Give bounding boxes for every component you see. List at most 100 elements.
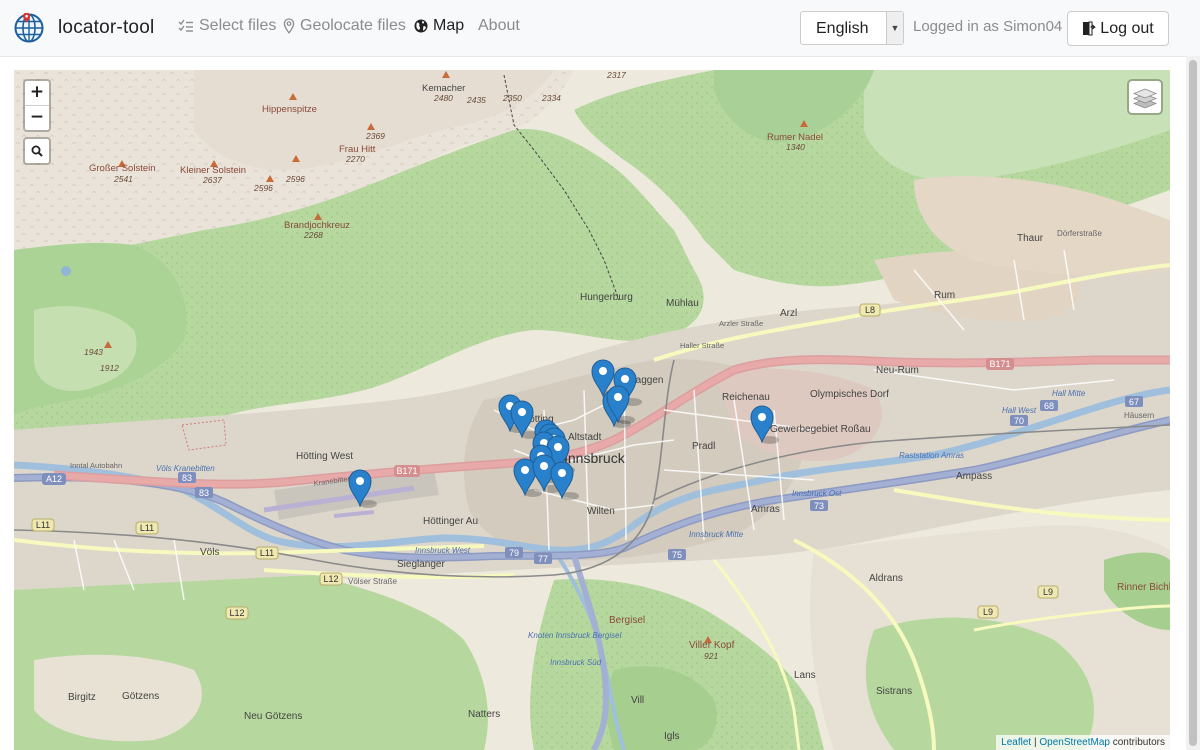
label-elev-2350: 2350 bbox=[502, 93, 522, 103]
globe-icon bbox=[414, 19, 428, 33]
label-knoten-bergisel: Knoten Innsbruck Bergisel bbox=[528, 631, 622, 640]
nav-geolocate-files[interactable]: Geolocate files bbox=[283, 17, 406, 35]
road-shield-l12-a: L12 bbox=[323, 574, 338, 584]
map-pin-icon bbox=[283, 18, 295, 34]
label-muehlau: Mühlau bbox=[666, 298, 699, 309]
map-container[interactable]: A12 B171 B171 L11 L11 L11 L12 L12 L8 L9 … bbox=[14, 70, 1170, 750]
globe-logo-icon bbox=[14, 13, 44, 43]
label-pradl: Pradl bbox=[692, 441, 715, 452]
label-innsbruck: Innsbruck bbox=[564, 450, 626, 466]
label-raststation-amras: Raststation Amras bbox=[899, 451, 964, 460]
label-neu-rum: Neu-Rum bbox=[876, 365, 919, 376]
label-haller-strasse: Haller Straße bbox=[680, 341, 724, 350]
label-elev-1340: 1340 bbox=[786, 142, 805, 152]
map-attribution: Leaflet | OpenStreetMap contributors bbox=[996, 735, 1170, 750]
label-thaur: Thaur bbox=[1017, 233, 1044, 244]
junction-75: 75 bbox=[672, 550, 682, 560]
label-olympisches-dorf: Olympisches Dorf bbox=[810, 389, 889, 400]
label-elev-2596-b: 2596 bbox=[285, 174, 305, 184]
road-shield-a12: A12 bbox=[46, 474, 62, 484]
label-lans: Lans bbox=[794, 670, 816, 681]
label-elev-2435: 2435 bbox=[466, 95, 486, 105]
chevron-down-icon: ▼ bbox=[886, 12, 903, 44]
junction-83-b: 83 bbox=[199, 488, 209, 498]
label-vill: Vill bbox=[631, 695, 644, 706]
junction-70: 70 bbox=[1014, 416, 1024, 426]
label-hoettinger-au: Höttinger Au bbox=[423, 516, 478, 527]
logged-in-status: Logged in as Simon04 bbox=[913, 18, 1063, 35]
zoom-out-button[interactable]: − bbox=[25, 105, 49, 130]
label-gewerbegebiet-rossau: Gewerbegebiet Roßau bbox=[770, 424, 871, 435]
zoom-control: + − bbox=[23, 79, 51, 132]
label-doerferstrasse: Dörferstraße bbox=[1057, 229, 1102, 238]
layers-control-button[interactable] bbox=[1127, 79, 1163, 115]
label-elev-2369: 2369 bbox=[365, 131, 385, 141]
scrollbar-thumb[interactable] bbox=[1189, 60, 1197, 746]
openstreetmap-link[interactable]: OpenStreetMap bbox=[1039, 737, 1110, 748]
junction-83-a: 83 bbox=[182, 473, 192, 483]
nav-geolocate-files-label: Geolocate files bbox=[300, 17, 406, 34]
road-shield-l9-b: L9 bbox=[983, 607, 993, 617]
label-innsbruck-mitte: Innsbruck Mitte bbox=[689, 530, 744, 539]
nav-about[interactable]: About bbox=[478, 17, 520, 35]
label-rum: Rum bbox=[934, 290, 955, 301]
label-voels-kranebitten: Völs Kranebitten bbox=[156, 464, 215, 473]
zoom-in-button[interactable]: + bbox=[25, 81, 49, 105]
road-shield-l9-a: L9 bbox=[1043, 587, 1053, 597]
label-sistrans: Sistrans bbox=[876, 686, 912, 697]
label-elev-1943: 1943 bbox=[84, 347, 103, 357]
label-arzler-strasse: Arzler Straße bbox=[719, 319, 763, 328]
label-elev-2596-a: 2596 bbox=[253, 183, 273, 193]
label-elev-921: 921 bbox=[704, 651, 718, 661]
label-hungerburg: Hungerburg bbox=[580, 292, 633, 303]
search-icon bbox=[31, 145, 43, 157]
logout-button[interactable]: Log out bbox=[1067, 11, 1169, 46]
language-select[interactable]: English ▼ bbox=[800, 11, 904, 45]
junction-67: 67 bbox=[1129, 397, 1139, 407]
label-elev-2270: 2270 bbox=[345, 154, 365, 164]
label-neu-goetzens: Neu Götzens bbox=[244, 711, 302, 722]
label-elev-2268: 2268 bbox=[303, 230, 323, 240]
label-viller-kopf: Viller Kopf bbox=[689, 640, 735, 651]
navbar: locator-tool Select files Geolocate file… bbox=[0, 0, 1200, 57]
label-igls: Igls bbox=[664, 731, 680, 742]
nav-about-label: About bbox=[478, 17, 520, 34]
junction-73: 73 bbox=[814, 501, 824, 511]
map-tiles[interactable]: A12 B171 B171 L11 L11 L11 L12 L12 L8 L9 … bbox=[14, 70, 1170, 750]
label-voelser-strasse: Völser Straße bbox=[348, 577, 397, 586]
label-reichenau: Reichenau bbox=[722, 392, 770, 403]
brand[interactable]: locator-tool bbox=[14, 13, 154, 43]
junction-79: 79 bbox=[509, 548, 519, 558]
label-innsbruck-sued: Innsbruck Süd bbox=[550, 658, 602, 667]
nav-select-files-label: Select files bbox=[199, 17, 277, 34]
nav-select-files[interactable]: Select files bbox=[178, 17, 276, 35]
label-elev-2541: 2541 bbox=[113, 174, 133, 184]
label-inntal-autobahn: Inntal Autobahn bbox=[70, 461, 122, 470]
label-arzl: Arzl bbox=[780, 308, 797, 319]
label-birgitz: Birgitz bbox=[68, 692, 96, 703]
brand-title: locator-tool bbox=[58, 17, 155, 38]
label-elev-2334: 2334 bbox=[541, 93, 561, 103]
label-elev-2480: 2480 bbox=[433, 93, 453, 103]
label-grosser-solstein: Großer Solstein bbox=[89, 163, 156, 174]
page-scrollbar[interactable] bbox=[1186, 56, 1200, 750]
junction-68: 68 bbox=[1044, 401, 1054, 411]
road-shield-l11-b: L11 bbox=[140, 523, 154, 533]
label-aldrans: Aldrans bbox=[869, 573, 903, 584]
label-voels: Völs bbox=[200, 547, 219, 558]
road-shield-l12-b: L12 bbox=[229, 608, 244, 618]
map-search-button[interactable] bbox=[23, 137, 51, 165]
list-check-icon bbox=[178, 19, 193, 32]
label-hall-west: Hall West bbox=[1002, 406, 1037, 415]
label-elev-1912: 1912 bbox=[100, 363, 119, 373]
label-ampass: Ampass bbox=[956, 471, 992, 482]
road-shield-b171-east: B171 bbox=[989, 359, 1010, 369]
leaflet-link[interactable]: Leaflet bbox=[1001, 737, 1031, 748]
label-elev-2637: 2637 bbox=[202, 175, 222, 185]
language-select-value: English bbox=[816, 20, 869, 37]
road-shield-b171-west: B171 bbox=[396, 466, 417, 476]
label-haeusern: Häusern bbox=[1124, 411, 1154, 420]
label-elev-2317: 2317 bbox=[606, 70, 626, 80]
nav-map[interactable]: Map bbox=[414, 17, 464, 35]
label-hippenspitze: Hippenspitze bbox=[262, 104, 317, 115]
